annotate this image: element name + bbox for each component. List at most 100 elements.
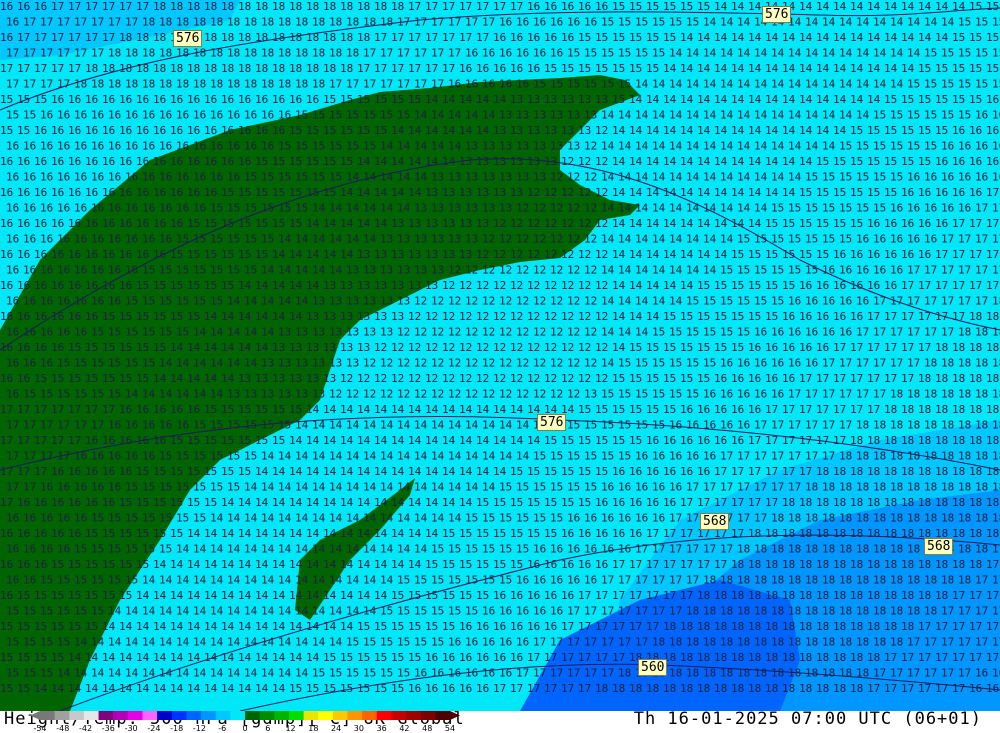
grid-value: 15 (425, 589, 438, 602)
grid-value: 15 (510, 496, 523, 509)
grid-value: 15 (40, 605, 53, 618)
grid-value: 17 (669, 605, 682, 618)
grid-value: 14 (686, 78, 700, 91)
grid-value: 17 (703, 543, 716, 556)
grid-value: 14 (125, 388, 139, 401)
grid-value: 16 (850, 248, 863, 261)
grid-value: 16 (136, 434, 149, 447)
grid-value: 14 (357, 155, 371, 168)
grid-value: 17 (601, 667, 614, 680)
grid-value: 13 (465, 171, 478, 184)
grid-value: 15 (737, 295, 750, 308)
grid-value: 14 (448, 450, 462, 463)
grid-value: 14 (629, 279, 643, 292)
grid-value: 15 (261, 202, 274, 215)
grid-value: 16 (57, 171, 70, 184)
grid-value: 15 (986, 31, 999, 44)
grid-value: 15 (238, 403, 251, 416)
grid-value: 14 (244, 326, 258, 339)
grid-value: 16 (34, 279, 47, 292)
grid-value: 18 (731, 558, 744, 571)
grid-value: 15 (601, 419, 614, 432)
grid-value: 16 (856, 295, 869, 308)
grid-value: 15 (74, 357, 87, 370)
grid-value: 15 (544, 527, 557, 540)
grid-value: 14 (646, 248, 660, 261)
grid-value: 14 (476, 403, 490, 416)
grid-value: 16 (85, 310, 98, 323)
grid-value: 15 (873, 109, 886, 122)
grid-value: 17 (822, 450, 835, 463)
scale-tick-label: -12 (193, 724, 206, 733)
grid-value: 14 (856, 47, 870, 60)
grid-value: 14 (340, 186, 354, 199)
grid-value: 13 (459, 155, 472, 168)
grid-value: 14 (261, 574, 275, 587)
grid-value: 17 (992, 202, 1000, 215)
grid-value: 14 (680, 279, 694, 292)
grid-value: 18 (720, 574, 733, 587)
grid-value: 13 (516, 171, 529, 184)
grid-value: 12 (544, 186, 557, 199)
grid-value: 18 (805, 605, 818, 618)
grid-value: 17 (782, 403, 795, 416)
grid-value: 14 (306, 403, 320, 416)
grid-value: 14 (204, 651, 218, 664)
grid-value: 15 (448, 543, 461, 556)
grid-value: 14 (221, 589, 235, 602)
grid-value: 12 (408, 372, 421, 385)
grid-value: 14 (714, 186, 728, 199)
grid-value: 15 (210, 233, 223, 246)
grid-value: 17 (0, 496, 13, 509)
grid-value: 14 (323, 434, 337, 447)
scale-tick-label: 12 (285, 724, 295, 733)
grid-value: 14 (261, 543, 275, 556)
grid-value: 18 (958, 357, 971, 370)
grid-value: 16 (40, 202, 53, 215)
grid-value: 15 (142, 481, 155, 494)
grid-value: 15 (255, 155, 268, 168)
grid-value: 16 (527, 558, 540, 571)
grid-value: 14 (788, 140, 802, 153)
grid-value: 16 (23, 295, 36, 308)
grid-value: 14 (278, 667, 292, 680)
grid-value: 15 (533, 512, 546, 525)
color-scale: -54 -48 -42 -36 -30 -24 -18 -12 -6 0 6 12 18 24 30 36 42… (30, 711, 460, 733)
grid-value: 17 (6, 450, 19, 463)
grid-value: 14 (323, 496, 337, 509)
grid-value: 15 (193, 512, 206, 525)
grid-value: 16 (839, 326, 852, 339)
grid-value: 15 (873, 202, 886, 215)
grid-value: 16 (68, 155, 81, 168)
grid-value: 18 (210, 16, 223, 29)
grid-value: 18 (329, 47, 342, 60)
grid-value: 16 (578, 558, 591, 571)
grid-value: 16 (23, 140, 36, 153)
grid-value: 15 (187, 310, 200, 323)
grid-value: 17 (108, 16, 121, 29)
grid-value: 14 (748, 93, 762, 106)
grid-value: 16 (822, 326, 835, 339)
grid-value: 17 (975, 295, 988, 308)
grid-value: 16 (975, 667, 988, 680)
scale-swatch (186, 711, 202, 720)
grid-value: 12 (465, 357, 478, 370)
grid-value: 16 (544, 0, 557, 13)
grid-value: 18 (306, 31, 319, 44)
grid-value: 15 (646, 372, 659, 385)
grid-value: 17 (697, 558, 710, 571)
grid-value: 18 (272, 0, 285, 13)
grid-value: 14 (680, 31, 694, 44)
grid-value: 14 (193, 543, 207, 556)
grid-value: 18 (901, 558, 914, 571)
grid-value: 13 (346, 295, 359, 308)
grid-value: 15 (771, 202, 784, 215)
grid-value: 15 (323, 155, 336, 168)
grid-value: 12 (374, 341, 387, 354)
grid-value: 16 (238, 93, 251, 106)
grid-value: 15 (550, 450, 563, 463)
grid-value: 14 (329, 450, 343, 463)
grid-value: 12 (578, 341, 591, 354)
grid-value: 17 (952, 217, 965, 230)
scale-swatch (420, 711, 436, 720)
